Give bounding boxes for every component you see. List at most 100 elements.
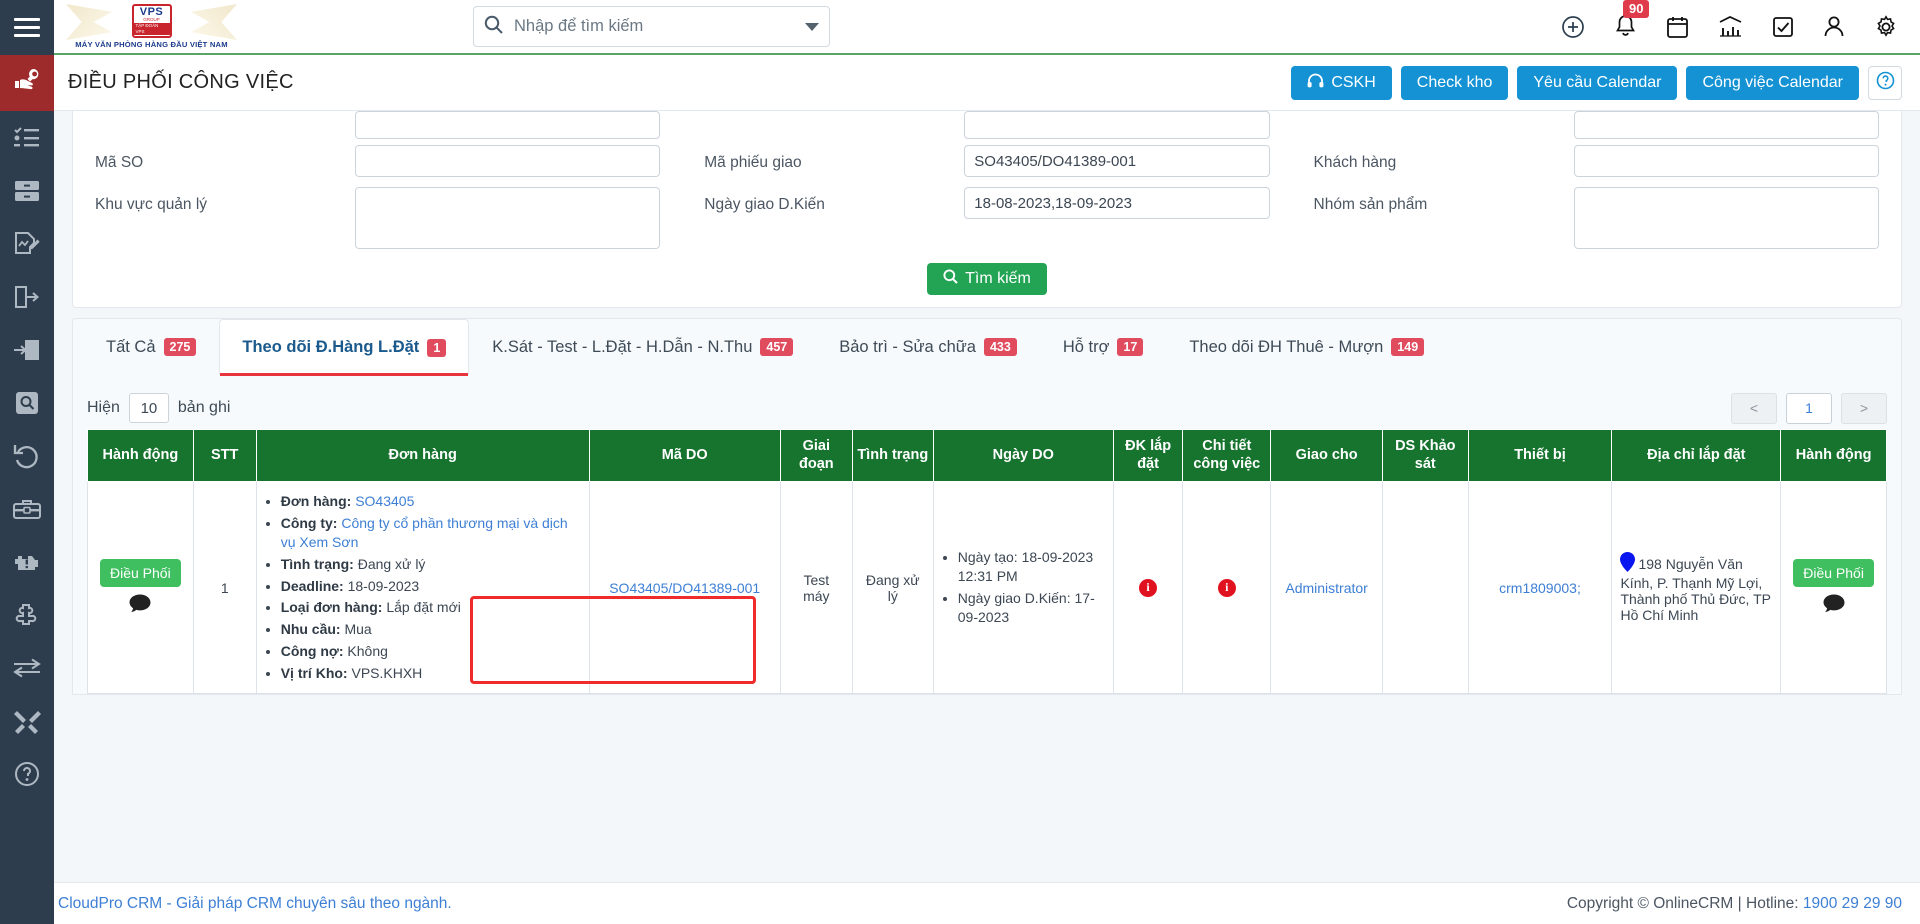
search-submit-button[interactable]: Tìm kiếm (927, 263, 1047, 295)
checkbox-icon[interactable] (1772, 16, 1794, 38)
ma-do-link[interactable]: SO43405/DO41389-001 (609, 580, 760, 596)
ma-so-input[interactable] (355, 145, 661, 177)
calendar-icon[interactable] (1666, 15, 1689, 39)
sidebar-item-doc-edit[interactable] (0, 217, 54, 270)
page-length-input[interactable] (128, 393, 169, 423)
filter-label-nhom-san-pham: Nhóm sản phẩm (1313, 196, 1428, 213)
khach-hang-input[interactable] (1573, 145, 1879, 177)
check-kho-button[interactable]: Check kho (1400, 65, 1509, 100)
tab-bao-tri-sua-chua[interactable]: Bảo trì - Sửa chữa 433 (816, 319, 1040, 375)
dieu-phoi-button-right[interactable]: Điều Phối (1793, 558, 1874, 587)
chart-icon[interactable] (1718, 15, 1743, 39)
filter-input-col2-0[interactable] (964, 111, 1270, 139)
dieu-phoi-button-left[interactable]: Điều Phối (100, 558, 181, 587)
hotline-label: Hotline: (1746, 894, 1799, 912)
cell-tinh-trang: Đang xử lý (851, 481, 934, 694)
detail-value: 18-09-2023 (347, 577, 420, 594)
help-button[interactable] (1868, 65, 1902, 100)
company-logo: VPS GROUP TẬP ĐOÀN VPS MÁY VĂN PHÒNG HÀN… (64, 0, 239, 53)
detail-key: Tình trạng: (280, 555, 354, 572)
cell-dia-chi: 198 Nguyễn Văn Kính, P. Thạnh Mỹ Lợi, Th… (1611, 481, 1782, 694)
sidebar-item-checklist[interactable] (0, 111, 54, 164)
ma-phieu-giao-input[interactable] (964, 145, 1270, 177)
filter-row: Khu vực quản lý (95, 187, 661, 249)
cell-ngay-do: Ngày tạo: 18-09-2023 12:31 PM Ngày giao … (932, 481, 1114, 694)
brand-tagline: MÁY VĂN PHÒNG HÀNG ĐẦU VIỆT NAM (75, 40, 228, 49)
sidebar-item-doc-search[interactable] (0, 376, 54, 429)
transfer-icon (12, 657, 42, 679)
work-orders-table: Hành động STT Đơn hàng Mã DO Giai đoạn T… (87, 428, 1887, 694)
cong-viec-calendar-button[interactable]: Công việc Calendar (1686, 65, 1859, 100)
sidebar-item-undo[interactable] (0, 429, 54, 482)
sidebar-item-puzzle[interactable] (0, 588, 54, 641)
global-search[interactable] (473, 6, 830, 47)
tab-count: 1 (427, 338, 447, 357)
sidebar-item-doc-in[interactable] (0, 323, 54, 376)
sidebar-item-help[interactable] (0, 747, 54, 800)
headset-icon (1307, 73, 1324, 93)
tab-ksat-test-ldat[interactable]: K.Sát - Test - L.Đặt - H.Dẫn - N.Thu 457 (469, 319, 816, 375)
pagination-next[interactable]: > (1841, 392, 1887, 424)
user-icon[interactable] (1823, 15, 1845, 38)
filter-label (704, 111, 964, 120)
tools-icon (13, 708, 41, 734)
chat-bubble-icon[interactable] (96, 593, 185, 617)
search-filter-panel: Mã SO Khu vực quản lý Mã phiếu giao SO43… (72, 111, 1902, 308)
info-icon[interactable]: i (1139, 578, 1158, 597)
tab-list: Tất Cả 275 Theo dõi Đ.Hàng L.Đặt 1 K.Sát… (73, 319, 1901, 376)
thiet-bi-link[interactable]: crm1809003; (1499, 580, 1581, 596)
sidebar-item-tools[interactable] (0, 694, 54, 747)
search-submit-label: Tìm kiếm (965, 270, 1031, 287)
nhom-san-pham-input[interactable] (1573, 187, 1879, 249)
footer-left-text[interactable]: CloudPro CRM - Giải pháp CRM chuyên sâu … (58, 895, 452, 913)
sidebar-item-toolbox[interactable] (0, 482, 54, 535)
filter-row (704, 111, 1270, 139)
khu-vuc-quan-ly-input[interactable] (355, 187, 661, 249)
question-circle-icon (1876, 71, 1895, 95)
detail-value: Lắp đặt mới (386, 599, 461, 616)
gear-icon[interactable] (1874, 14, 1898, 39)
cskh-button[interactable]: CSKH (1291, 65, 1392, 100)
hotline-number[interactable]: 1900 29 29 90 (1803, 895, 1902, 912)
yeu-cau-calendar-button[interactable]: Yêu cầu Calendar (1517, 65, 1678, 100)
giao-cho-link[interactable]: Administrator (1285, 580, 1367, 596)
show-label: Hiện (87, 399, 120, 416)
vps-badge: VPS GROUP TẬP ĐOÀN VPS (131, 4, 172, 38)
th-don-hang: Đơn hàng (255, 428, 590, 483)
info-icon[interactable]: i (1217, 578, 1236, 597)
tab-theo-doi-dh-thue-muon[interactable]: Theo dõi ĐH Thuê - Mượn 149 (1166, 319, 1447, 375)
list-item: Ngày tạo: 18-09-2023 12:31 PM (958, 548, 1105, 587)
detail-value-link[interactable]: SO43405 (355, 493, 414, 509)
search-icon (484, 15, 503, 39)
date-key: Ngày tạo: (957, 548, 1018, 565)
filter-grid: Mã SO Khu vực quản lý Mã phiếu giao SO43… (73, 111, 1901, 259)
tab-theo-doi-dhang-ldat[interactable]: Theo dõi Đ.Hàng L.Đặt 1 (219, 319, 470, 376)
bell-icon[interactable]: 90 (1614, 0, 1650, 39)
tab-ho-tro[interactable]: Hỗ trợ 17 (1040, 319, 1166, 375)
sidebar-item-drawer[interactable] (0, 164, 54, 217)
cong-viec-calendar-label: Công việc Calendar (1702, 73, 1843, 91)
sidebar-item-engine-warning[interactable] (0, 535, 54, 588)
filter-label-ma-so: Mã SO (95, 154, 144, 171)
filter-input-col1-0[interactable] (355, 111, 661, 139)
sidebar-item-doc-out[interactable] (0, 270, 54, 323)
th-hanh-dong-2: Hành động (1780, 428, 1887, 483)
menu-toggle[interactable] (0, 0, 54, 55)
chat-bubble-icon[interactable] (1789, 593, 1878, 617)
list-item: Ngày giao D.Kiến: 17-09-2023 (958, 589, 1105, 628)
detail-key: Nhu cầu: (280, 621, 341, 638)
table-container: Hiện bản ghi < 1 > Hành động STT Đơn hàn… (72, 375, 1902, 695)
date-key: Ngày giao D.Kiến: (957, 589, 1071, 606)
search-input[interactable] (512, 16, 799, 37)
sidebar-item-dispatch[interactable] (0, 55, 54, 111)
pagination-page-1[interactable]: 1 (1786, 392, 1832, 424)
chevron-down-icon[interactable] (805, 22, 819, 31)
tab-tat-ca[interactable]: Tất Cả 275 (83, 319, 219, 375)
table-head: Hành động STT Đơn hàng Mã DO Giai đoạn T… (87, 428, 1887, 483)
ngay-giao-dkien-input[interactable] (964, 187, 1270, 219)
sidebar-item-transfer[interactable] (0, 641, 54, 694)
table-row: Điều Phối 1 Đơn hàng: SO43405 (87, 481, 1887, 694)
pagination-prev[interactable]: < (1731, 392, 1777, 424)
filter-input-col3-0[interactable] (1573, 111, 1879, 139)
plus-circle-icon[interactable] (1561, 15, 1585, 39)
